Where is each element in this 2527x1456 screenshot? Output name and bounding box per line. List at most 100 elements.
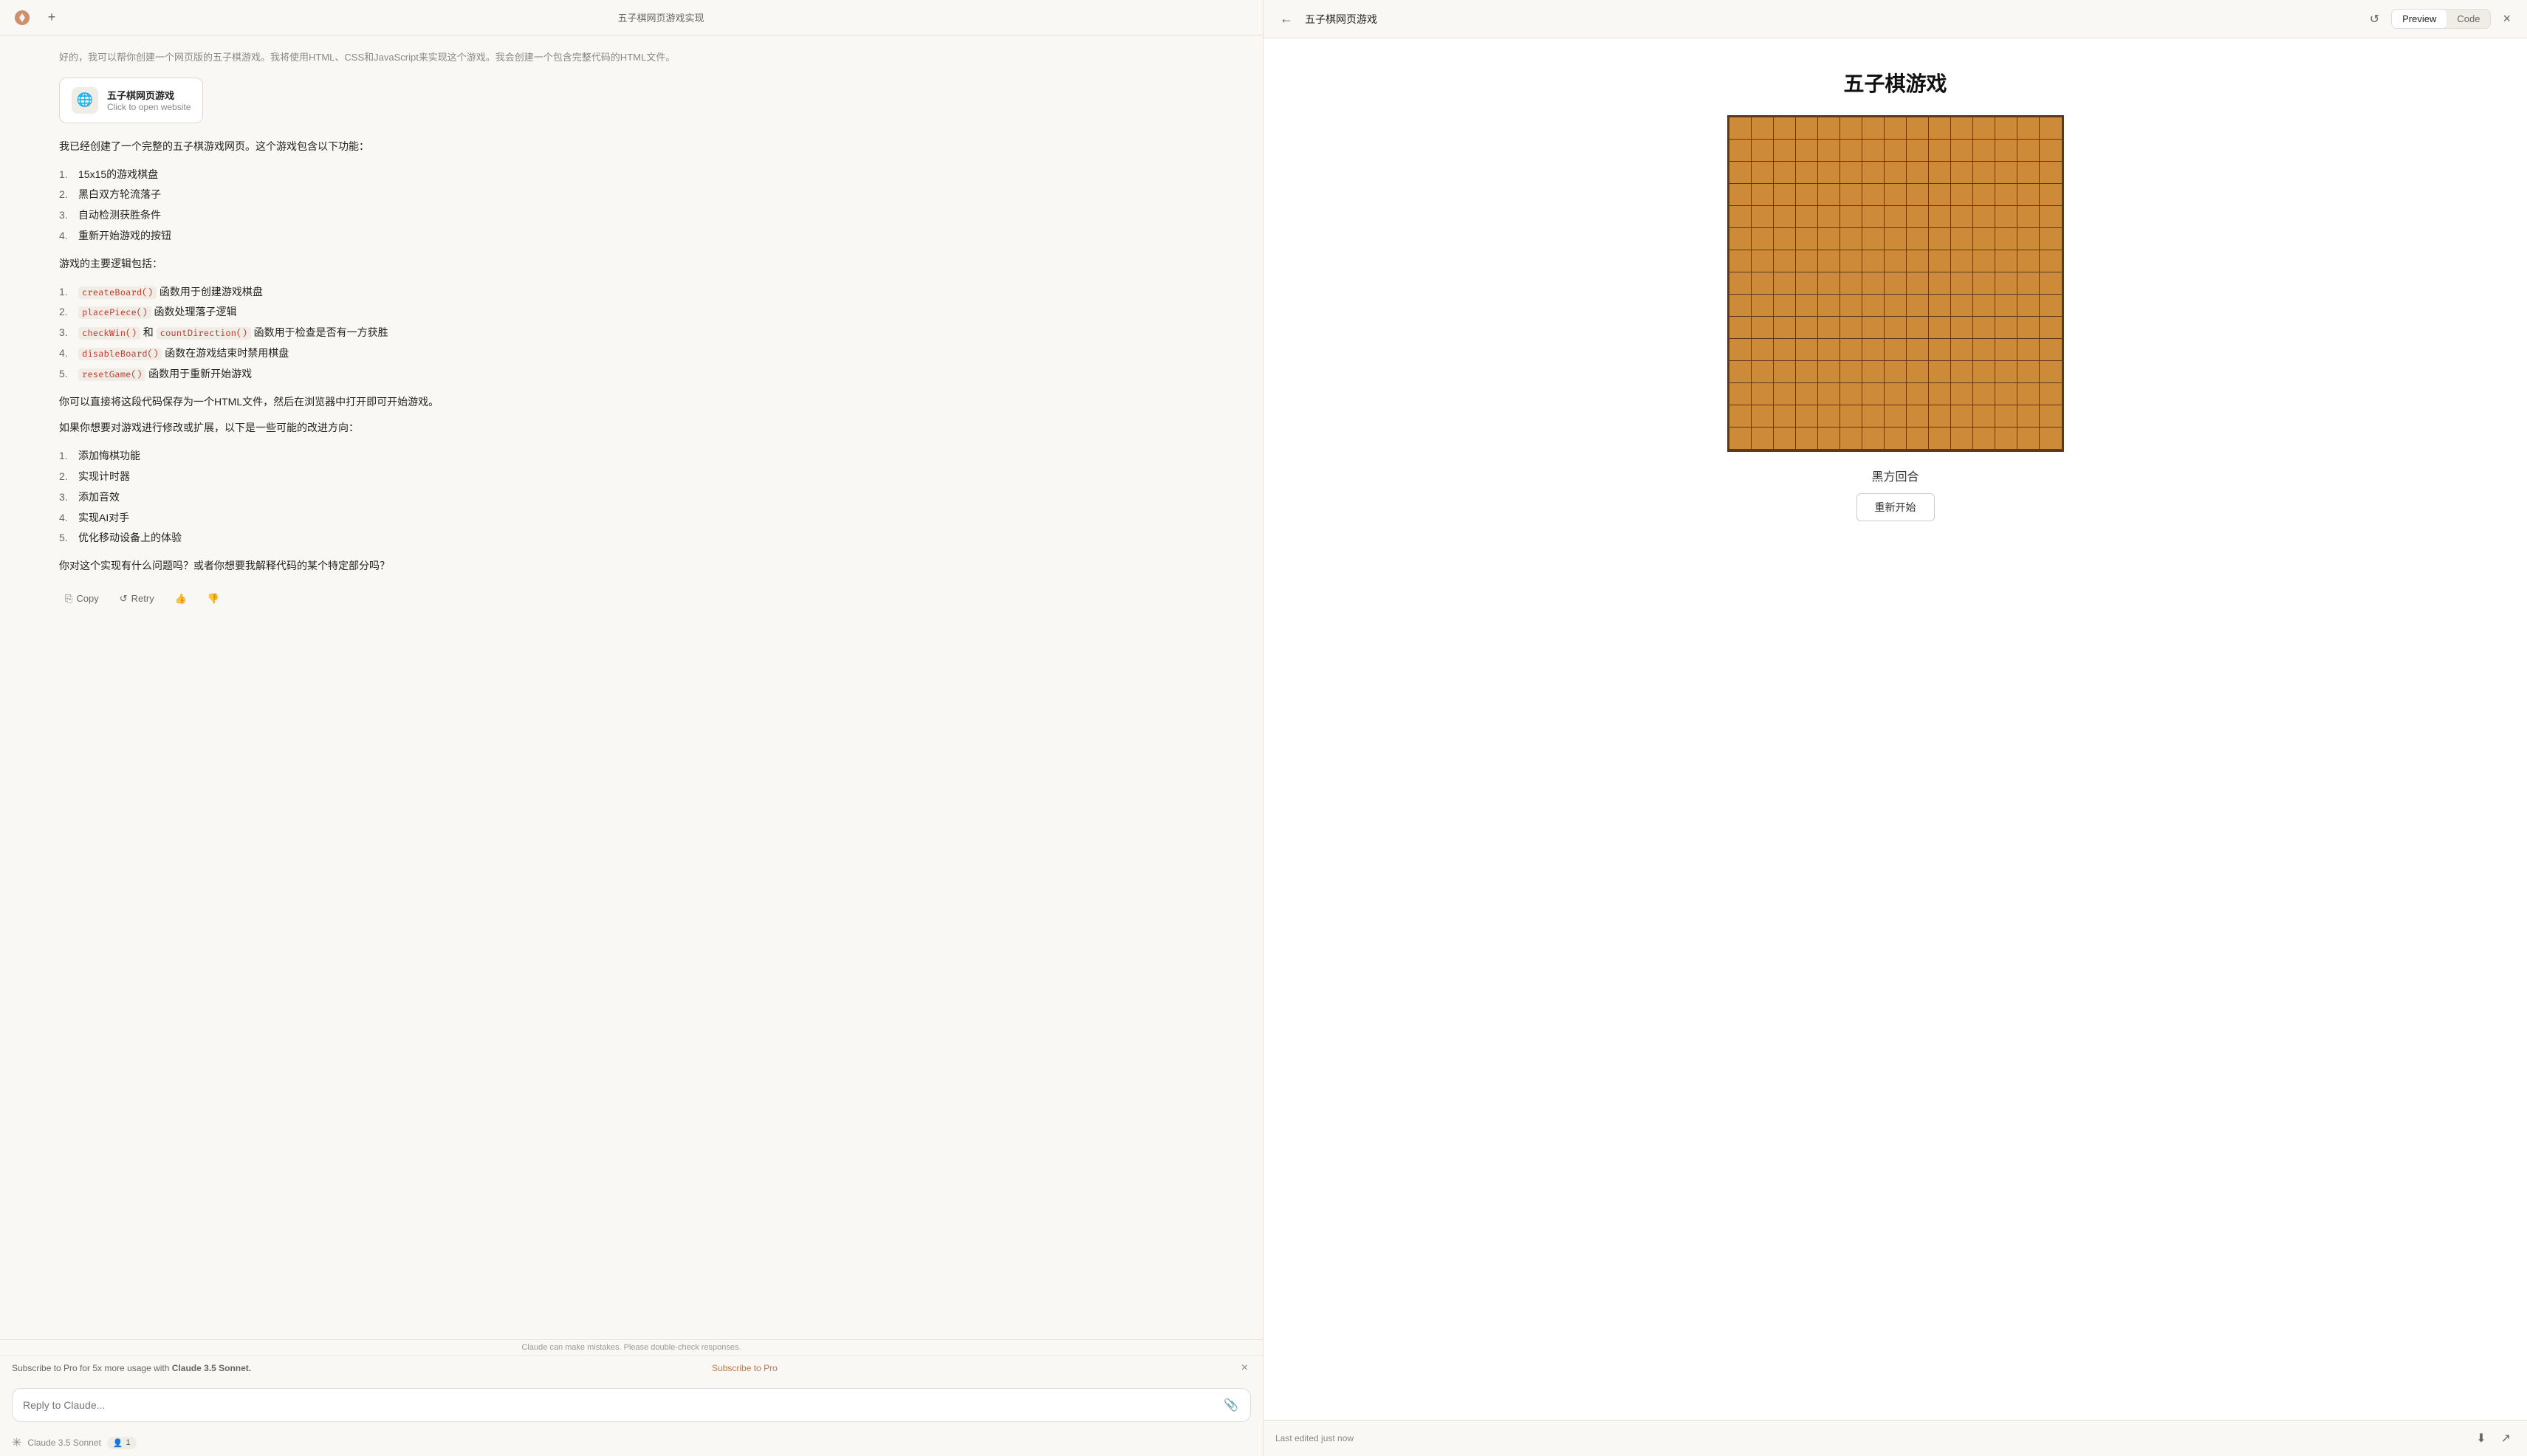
board-cell[interactable] (2040, 427, 2062, 450)
board-cell[interactable] (1885, 317, 1907, 339)
board-cell[interactable] (1995, 339, 2017, 361)
board-cell[interactable] (2040, 361, 2062, 383)
board-cell[interactable] (1729, 250, 1752, 272)
board-cell[interactable] (1729, 361, 1752, 383)
board-cell[interactable] (1995, 140, 2017, 162)
board-cell[interactable] (2040, 162, 2062, 184)
board-cell[interactable] (1929, 383, 1951, 405)
board-cell[interactable] (1862, 339, 1885, 361)
board-cell[interactable] (1973, 383, 1995, 405)
board-cell[interactable] (1796, 272, 1818, 295)
board-cell[interactable] (1729, 295, 1752, 317)
board-cell[interactable] (1929, 317, 1951, 339)
board-cell[interactable] (1796, 117, 1818, 140)
board-cell[interactable] (1885, 206, 1907, 228)
board-cell[interactable] (2040, 184, 2062, 206)
board-cell[interactable] (1796, 317, 1818, 339)
board-cell[interactable] (2040, 206, 2062, 228)
board-cell[interactable] (1907, 250, 1929, 272)
board-cell[interactable] (1818, 295, 1840, 317)
board-cell[interactable] (1796, 427, 1818, 450)
board-cell[interactable] (1995, 383, 2017, 405)
board-cell[interactable] (1862, 383, 1885, 405)
board-cell[interactable] (1818, 405, 1840, 427)
board-cell[interactable] (1951, 427, 1973, 450)
external-link-button[interactable]: ↗ (2497, 1428, 2515, 1449)
board-cell[interactable] (1907, 206, 1929, 228)
board-cell[interactable] (1973, 184, 1995, 206)
board-cell[interactable] (1995, 228, 2017, 250)
board-cell[interactable] (1929, 228, 1951, 250)
board-cell[interactable] (1885, 272, 1907, 295)
restart-button[interactable]: 重新开始 (1856, 493, 1935, 521)
board-cell[interactable] (1885, 250, 1907, 272)
tab-preview[interactable]: Preview (2392, 10, 2447, 28)
board-cell[interactable] (1907, 117, 1929, 140)
board-cell[interactable] (1729, 162, 1752, 184)
board-cell[interactable] (1774, 295, 1796, 317)
board-cell[interactable] (1995, 317, 2017, 339)
board-cell[interactable] (1995, 272, 2017, 295)
board-cell[interactable] (1840, 272, 1862, 295)
board-cell[interactable] (1973, 405, 1995, 427)
board-cell[interactable] (1951, 140, 1973, 162)
board-cell[interactable] (2040, 383, 2062, 405)
board-cell[interactable] (1729, 184, 1752, 206)
copy-button[interactable]: ⎘ Copy (59, 590, 105, 608)
board-cell[interactable] (1729, 117, 1752, 140)
board-cell[interactable] (2040, 140, 2062, 162)
board-cell[interactable] (1818, 184, 1840, 206)
board-cell[interactable] (1796, 339, 1818, 361)
board-cell[interactable] (1840, 361, 1862, 383)
board-cell[interactable] (1951, 405, 1973, 427)
board-cell[interactable] (1840, 140, 1862, 162)
board-cell[interactable] (1796, 295, 1818, 317)
board-cell[interactable] (1752, 162, 1774, 184)
board-cell[interactable] (1752, 250, 1774, 272)
board-cell[interactable] (2017, 295, 2040, 317)
board-cell[interactable] (1818, 383, 1840, 405)
board-cell[interactable] (1862, 405, 1885, 427)
board-cell[interactable] (1885, 427, 1907, 450)
board-cell[interactable] (1752, 184, 1774, 206)
board-cell[interactable] (1951, 383, 1973, 405)
board-cell[interactable] (1796, 405, 1818, 427)
gomoku-board[interactable] (1727, 115, 2064, 452)
board-cell[interactable] (1774, 427, 1796, 450)
board-cell[interactable] (1840, 427, 1862, 450)
board-cell[interactable] (1973, 295, 1995, 317)
board-cell[interactable] (1929, 272, 1951, 295)
board-cell[interactable] (1729, 140, 1752, 162)
board-cell[interactable] (1929, 250, 1951, 272)
board-cell[interactable] (1929, 184, 1951, 206)
board-cell[interactable] (2017, 272, 2040, 295)
board-cell[interactable] (1862, 250, 1885, 272)
board-cell[interactable] (1840, 228, 1862, 250)
tab-code[interactable]: Code (2447, 10, 2490, 28)
board-cell[interactable] (1929, 361, 1951, 383)
board-cell[interactable] (1951, 250, 1973, 272)
board-cell[interactable] (1907, 427, 1929, 450)
board-cell[interactable] (1752, 272, 1774, 295)
board-cell[interactable] (1862, 140, 1885, 162)
board-cell[interactable] (2017, 339, 2040, 361)
board-cell[interactable] (1907, 317, 1929, 339)
board-cell[interactable] (1752, 317, 1774, 339)
board-cell[interactable] (1774, 250, 1796, 272)
board-cell[interactable] (1752, 339, 1774, 361)
board-cell[interactable] (1774, 228, 1796, 250)
board-cell[interactable] (2017, 228, 2040, 250)
board-cell[interactable] (1885, 295, 1907, 317)
board-cell[interactable] (1752, 405, 1774, 427)
board-cell[interactable] (1951, 272, 1973, 295)
board-cell[interactable] (2017, 162, 2040, 184)
board-cell[interactable] (1951, 117, 1973, 140)
retry-button[interactable]: ↺ Retry (114, 590, 160, 608)
board-cell[interactable] (1818, 317, 1840, 339)
board-cell[interactable] (1796, 162, 1818, 184)
board-cell[interactable] (1951, 317, 1973, 339)
board-cell[interactable] (1995, 117, 2017, 140)
board-cell[interactable] (1995, 184, 2017, 206)
board-cell[interactable] (1973, 361, 1995, 383)
board-cell[interactable] (2017, 317, 2040, 339)
